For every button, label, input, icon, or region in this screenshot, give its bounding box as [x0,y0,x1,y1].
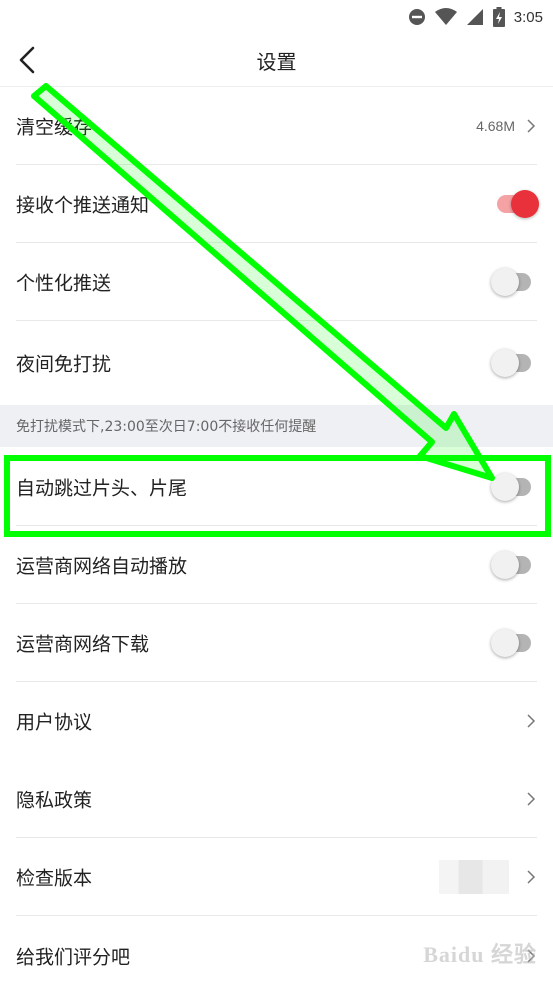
toggle-knob [511,189,539,218]
do-not-disturb-toggle[interactable] [491,349,531,377]
dnd-notice-band: 免打扰模式下,23:00至次日7:00不接收任何提醒 [0,405,553,447]
status-time: 3:05 [513,8,543,26]
toggle-knob [491,349,519,377]
check-version-label: 检查版本 [16,867,93,889]
dnd-notice-text: 免打扰模式下,23:00至次日7:00不接收任何提醒 [16,419,317,435]
carrier-download-row: 运营商网络下载 [16,604,537,682]
personalized-push-label: 个性化推送 [16,272,112,294]
carrier-download-toggle[interactable] [491,628,531,657]
toggle-knob [491,472,519,501]
do-not-disturb-icon [408,9,425,25]
chevron-right-icon [527,118,536,133]
rate-us-label: 给我们评分吧 [16,946,131,969]
carrier-autoplay-label: 运营商网络自动播放 [16,555,188,577]
clear-cache-label: 清空缓存 [16,116,93,138]
watermark: Baidu 经验 [423,942,537,967]
status-bar: 3:05 [0,0,553,34]
auto-skip-row: 自动跳过片头、片尾 [16,448,537,526]
do-not-disturb-row: 夜间免打扰 [16,321,537,405]
toggle-knob [491,628,519,657]
personalized-push-toggle[interactable] [491,267,531,296]
chevron-right-icon [527,714,536,728]
push-notifications-toggle[interactable] [497,189,539,218]
wifi-icon [434,8,457,25]
toggle-knob [491,267,519,296]
check-version-row[interactable]: 检查版本 [16,838,537,916]
page-title: 设置 [256,50,297,74]
clear-cache-row[interactable]: 清空缓存 4.68M [16,87,537,165]
user-agreement-row[interactable]: 用户协议 [16,682,537,760]
toggle-knob [491,550,519,579]
cache-size-value: 4.68M [476,117,515,134]
carrier-autoplay-row: 运营商网络自动播放 [16,526,537,604]
chevron-right-icon [527,791,536,806]
push-notifications-label: 接收个推送通知 [16,194,150,216]
push-notifications-row: 接收个推送通知 [16,165,539,243]
privacy-policy-label: 隐私政策 [16,789,93,811]
carrier-autoplay-toggle[interactable] [491,550,531,579]
user-agreement-label: 用户协议 [16,711,93,734]
signal-icon [466,9,483,25]
carrier-download-label: 运营商网络下载 [16,633,150,655]
do-not-disturb-label: 夜间免打扰 [16,353,112,376]
auto-skip-label: 自动跳过片头、片尾 [16,477,188,499]
battery-charging-icon [492,7,505,27]
personalized-push-row: 个性化推送 [16,243,537,321]
app-header: 设置 [0,34,553,87]
auto-skip-toggle[interactable] [491,472,531,501]
chevron-right-icon [527,869,536,884]
privacy-policy-row[interactable]: 隐私政策 [16,760,537,838]
version-redacted [439,859,509,894]
